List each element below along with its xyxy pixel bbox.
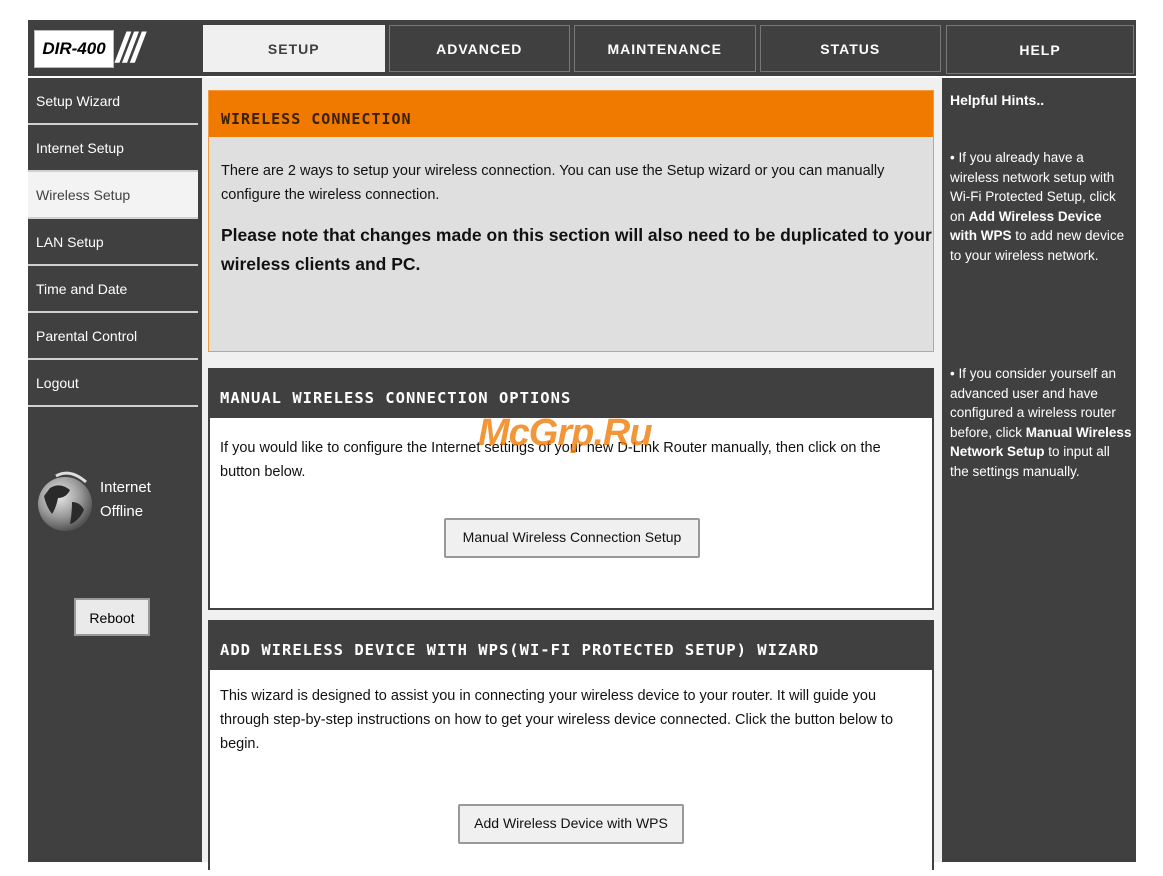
- tab-status[interactable]: STATUS: [759, 25, 941, 72]
- section-title: ADD WIRELESS DEVICE WITH WPS(WI-FI PROTE…: [210, 622, 932, 670]
- section-intro: There are 2 ways to setup your wireless …: [221, 163, 885, 203]
- wireless-connection-section: WIRELESS CONNECTION There are 2 ways to …: [208, 90, 934, 352]
- tab-setup[interactable]: SETUP: [203, 25, 385, 72]
- section-text: If you would like to configure the Inter…: [220, 440, 881, 480]
- help-title: Helpful Hints..: [950, 92, 1045, 108]
- top-tabs: SETUP ADVANCED MAINTENANCE STATUS: [203, 25, 941, 72]
- section-title: WIRELESS CONNECTION: [209, 91, 933, 137]
- globe-icon: [38, 471, 92, 531]
- tab-maintenance[interactable]: MAINTENANCE: [574, 25, 756, 72]
- hint-manual: • If you consider yourself an advanced u…: [950, 364, 1132, 481]
- internet-status-line1: Internet: [100, 479, 151, 496]
- sidebar-item-setup-wizard[interactable]: Setup Wizard: [28, 78, 198, 125]
- sidebar-item-wireless-setup[interactable]: Wireless Setup: [28, 172, 198, 219]
- sidebar-item-time-and-date[interactable]: Time and Date: [28, 266, 198, 313]
- hint-wps: • If you already have a wireless network…: [950, 148, 1132, 265]
- tab-advanced[interactable]: ADVANCED: [388, 25, 570, 72]
- sidebar-item-logout[interactable]: Logout: [28, 360, 198, 407]
- brand-logo: DIR-400 ///: [28, 20, 198, 76]
- model-badge: DIR-400: [34, 30, 114, 68]
- manual-options-section: MANUAL WIRELESS CONNECTION OPTIONS If yo…: [208, 368, 934, 610]
- internet-status-line2: Offline: [100, 503, 144, 520]
- wps-wizard-section: ADD WIRELESS DEVICE WITH WPS(WI-FI PROTE…: [208, 620, 934, 870]
- router-admin-frame: DIR-400 /// SETUP ADVANCED MAINTENANCE S…: [28, 20, 1136, 870]
- section-text: This wizard is designed to assist you in…: [220, 688, 894, 752]
- internet-status-text: Internet Offline: [100, 476, 151, 524]
- sidebar: Setup Wizard Internet Setup Wireless Set…: [28, 78, 198, 862]
- add-wireless-device-wps-button[interactable]: Add Wireless Device with WPS: [458, 804, 684, 844]
- main-content: WIRELESS CONNECTION There are 2 ways to …: [202, 78, 942, 870]
- sidebar-item-internet-setup[interactable]: Internet Setup: [28, 125, 198, 172]
- logo-slashes-icon: ///: [116, 24, 143, 71]
- reboot-button[interactable]: Reboot: [74, 598, 150, 636]
- tab-help[interactable]: HELP: [946, 25, 1134, 74]
- sidebar-item-lan-setup[interactable]: LAN Setup: [28, 219, 198, 266]
- manual-wireless-setup-button[interactable]: Manual Wireless Connection Setup: [444, 518, 700, 558]
- sidebar-item-parental-control[interactable]: Parental Control: [28, 313, 198, 360]
- help-panel: Helpful Hints.. • If you already have a …: [946, 78, 1136, 862]
- section-note: Please note that changes made on this se…: [221, 225, 932, 274]
- internet-status: Internet Offline: [36, 468, 186, 548]
- section-title: MANUAL WIRELESS CONNECTION OPTIONS: [210, 370, 932, 418]
